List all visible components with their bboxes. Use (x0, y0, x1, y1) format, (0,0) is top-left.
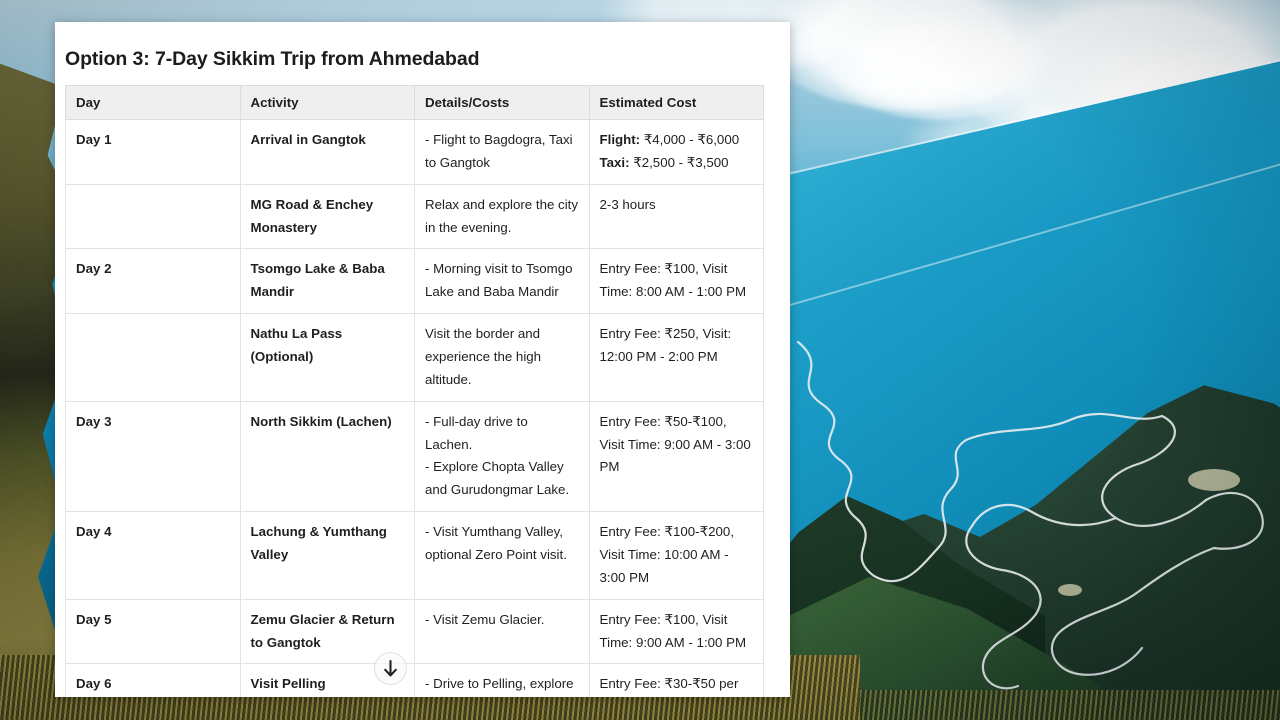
column-header-day: Day (65, 85, 241, 120)
cost-value: ₹2,500 - ₹3,500 (629, 154, 729, 170)
cell-day: Day 1 (65, 119, 241, 185)
cell-details: Relax and explore the city in the evenin… (414, 183, 590, 250)
cost-line: Flight: ₹4,000 - ₹6,000 (600, 129, 754, 152)
cell-activity: Tsomgo Lake & Baba Mandir (239, 248, 415, 315)
table-row: Day 5 Zemu Glacier & Return to Gangtok -… (65, 598, 764, 665)
cost-label: Taxi: (599, 154, 630, 170)
detail-line: - Visit Yumthang Valley, optional Zero P… (425, 524, 567, 563)
cell-estimated-cost: Entry Fee: ₹100, Visit Time: 9:00 AM - 1… (588, 598, 764, 665)
detail-line: Visit the border and experience the high… (425, 326, 542, 387)
cell-estimated-cost: Flight: ₹4,000 - ₹6,000 Taxi: ₹2,500 - ₹… (588, 119, 764, 185)
cost-value: ₹4,000 - ₹6,000 (640, 132, 740, 147)
cell-day (65, 183, 241, 250)
cell-details: - Drive to Pelling, explore Rabdentse Ru… (414, 663, 590, 697)
cell-estimated-cost: Entry Fee: ₹30-₹50 per place, Visit Time… (588, 663, 764, 697)
cell-day (65, 313, 241, 402)
column-header-details: Details/Costs (414, 85, 590, 120)
cost-line: Taxi: ₹2,500 - ₹3,500 (600, 152, 754, 175)
detail-line: - Full-day drive to Lachen. (425, 413, 528, 452)
table-row: Day 1 Arrival in Gangtok - Flight to Bag… (65, 119, 764, 185)
cell-estimated-cost: Entry Fee: ₹50-₹100, Visit Time: 9:00 AM… (588, 400, 764, 513)
cell-activity: Arrival in Gangtok (239, 119, 415, 185)
column-header-activity: Activity (239, 85, 415, 120)
scroll-down-button[interactable] (374, 652, 407, 685)
cell-details: Visit the border and experience the high… (414, 313, 590, 402)
cell-activity: Lachung & Yumthang Valley (239, 511, 415, 600)
cell-details: - Full-day drive to Lachen. - Explore Ch… (414, 400, 590, 513)
cell-estimated-cost: Entry Fee: ₹250, Visit: 12:00 PM - 2:00 … (588, 313, 764, 402)
cell-day: Day 5 (65, 598, 241, 665)
cell-activity: Nathu La Pass (Optional) (239, 313, 415, 402)
detail-line: - Explore Chopta Valley and Gurudongmar … (425, 459, 570, 498)
detail-line: Relax and explore the city in the evenin… (425, 196, 578, 235)
cell-details: - Visit Yumthang Valley, optional Zero P… (414, 511, 590, 600)
page-title: Option 3: 7-Day Sikkim Trip from Ahmedab… (65, 48, 480, 70)
cell-day: Day 3 (65, 400, 241, 513)
cell-activity: MG Road & Enchey Monastery (239, 183, 415, 250)
itinerary-table-body: Day 1 Arrival in Gangtok - Flight to Bag… (65, 119, 764, 697)
cell-day: Day 4 (65, 511, 241, 600)
table-row: MG Road & Enchey Monastery Relax and exp… (65, 183, 764, 250)
cell-details: - Flight to Bagdogra, Taxi to Gangtok (414, 119, 590, 185)
cell-day: Day 6 (65, 663, 241, 697)
cell-day: Day 2 (65, 248, 241, 315)
cell-activity: North Sikkim (Lachen) (239, 400, 415, 513)
table-row: Day 4 Lachung & Yumthang Valley - Visit … (65, 511, 764, 600)
table-row: Day 3 North Sikkim (Lachen) - Full-day d… (65, 400, 764, 513)
cell-estimated-cost: 2-3 hours (588, 183, 764, 250)
cell-details: - Visit Zemu Glacier. (414, 598, 590, 665)
cell-details: - Morning visit to Tsomgo Lake and Baba … (414, 248, 590, 315)
itinerary-panel: Option 3: 7-Day Sikkim Trip from Ahmedab… (55, 22, 790, 697)
cost-label: Flight: (599, 132, 641, 147)
cell-estimated-cost: Entry Fee: ₹100, Visit Time: 8:00 AM - 1… (588, 248, 764, 315)
table-header-row: Day Activity Details/Costs Estimated Cos… (65, 85, 764, 120)
detail-line: - Morning visit to Tsomgo Lake and Baba … (425, 261, 573, 300)
itinerary-table: Day Activity Details/Costs Estimated Cos… (65, 85, 764, 697)
table-row: Day 2 Tsomgo Lake & Baba Mandir - Mornin… (65, 248, 764, 315)
detail-line: - Flight to Bagdogra, Taxi to Gangtok (425, 132, 573, 170)
detail-line: - Visit Zemu Glacier. (425, 611, 545, 627)
column-header-cost: Estimated Cost (588, 85, 764, 120)
table-row: Nathu La Pass (Optional) Visit the borde… (65, 313, 764, 402)
detail-line: - Drive to Pelling, explore Rabdentse Ru… (425, 676, 574, 692)
table-row: Day 6 Visit Pelling - Drive to Pelling, … (65, 663, 764, 697)
arrow-down-icon (384, 659, 397, 677)
cell-estimated-cost: Entry Fee: ₹100-₹200, Visit Time: 10:00 … (588, 511, 764, 600)
